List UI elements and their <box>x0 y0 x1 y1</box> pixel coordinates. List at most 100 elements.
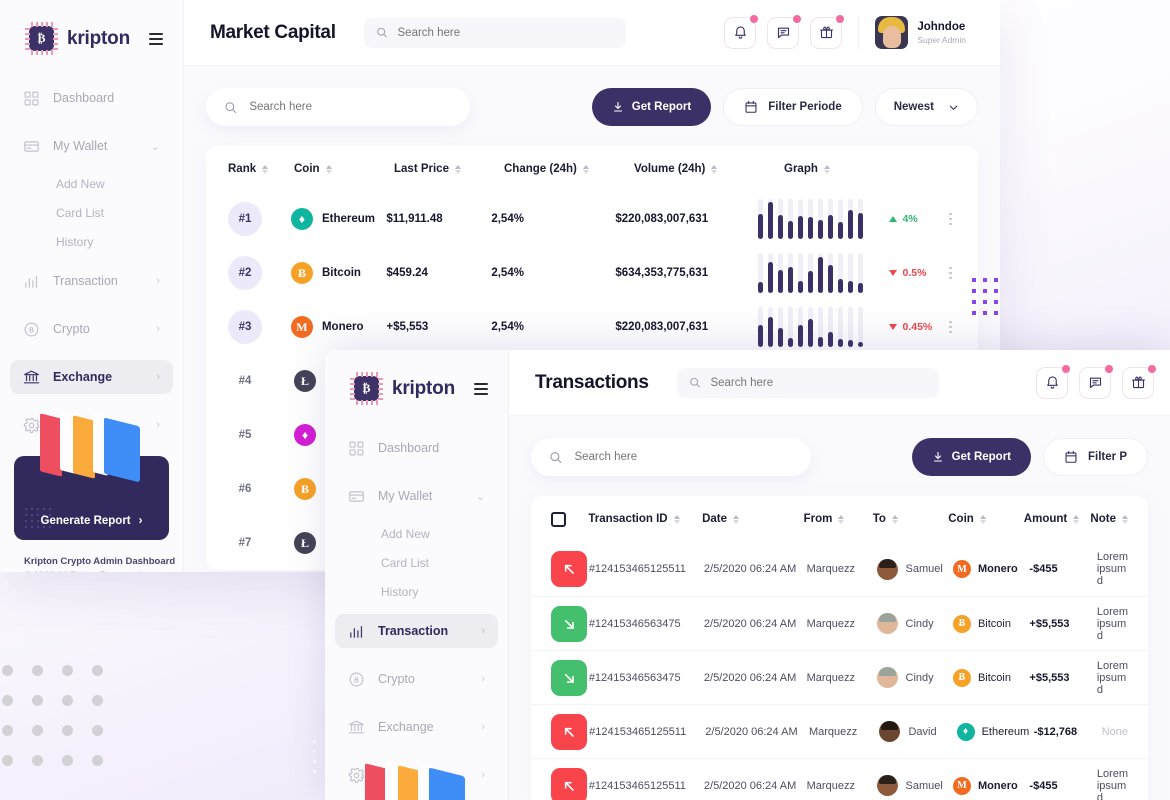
topbar-search-input[interactable] <box>397 26 614 39</box>
transaction-id-cell: #12415346563475 <box>588 671 681 684</box>
sort-indicator-icon[interactable] <box>582 164 589 174</box>
sort-indicator-icon[interactable] <box>325 164 332 174</box>
topbar-search[interactable] <box>363 17 626 48</box>
sidebar-item-my-wallet[interactable]: My Wallet ⌄ <box>335 479 498 513</box>
column-header-coin[interactable]: Coin <box>294 163 394 175</box>
sort-indicator-icon[interactable] <box>891 514 898 524</box>
date-cell: 2/5/2020 06:24 AM <box>703 671 797 684</box>
sidebar-subitem-card-list[interactable]: Card List <box>10 206 173 220</box>
get-report-button[interactable]: Get Report <box>591 88 712 126</box>
sort-indicator-icon[interactable] <box>262 164 269 174</box>
coin-cell: Ƀ Bitcoin <box>952 668 1029 687</box>
rank-badge: #1 <box>228 202 262 236</box>
sidebar-item-exchange[interactable]: Exchange › <box>335 710 498 744</box>
sidebar-item-exchange[interactable]: Exchange › <box>10 360 173 394</box>
notification-dot <box>1105 364 1113 373</box>
brand-logo-2[interactable]: ₿ kripton <box>325 350 508 405</box>
bell-icon-button[interactable] <box>724 14 759 49</box>
column-header-last-price[interactable]: Last Price <box>394 163 504 175</box>
checkbox-icon[interactable] <box>551 511 566 527</box>
gift-icon-button[interactable] <box>810 14 845 49</box>
column-label: Coin <box>948 513 974 525</box>
table-row[interactable]: #12415346563475 2/5/2020 06:24 AM Marquezz… <box>531 596 1148 650</box>
table-row[interactable]: #1 ♦ Ethereum $11,911.48 2,54% $220,083,007,6… <box>206 192 978 246</box>
column-header-date[interactable]: Date <box>702 513 804 525</box>
column-header-amount[interactable]: Amount <box>1024 513 1091 525</box>
sidebar-item-transaction[interactable]: Transaction › <box>10 264 173 298</box>
row-menu-icon[interactable] <box>949 266 956 280</box>
chevron-down-icon <box>949 105 958 110</box>
sparkline-bar <box>858 199 864 239</box>
bell-icon-button-2[interactable] <box>1036 364 1070 399</box>
sort-indicator-icon[interactable] <box>979 514 986 524</box>
column-header-change-24h[interactable]: Change (24h) <box>504 163 634 175</box>
sort-indicator-icon[interactable] <box>823 164 830 174</box>
table-row[interactable]: #3 M Monero +$5,553 2,54% $220,083,007,631 0.4… <box>206 300 978 354</box>
row-menu-icon[interactable] <box>949 320 956 334</box>
chat-icon-button[interactable] <box>767 14 802 49</box>
column-header-to[interactable]: To <box>873 513 949 525</box>
transaction-id-cell: #12415346563475 <box>588 617 681 630</box>
generate-report-card[interactable]: Generate Report › <box>14 410 169 540</box>
table-row[interactable]: #2 Ƀ Bitcoin $459.24 2,54% $634,353,775,631 0.… <box>206 246 978 300</box>
coin-icon: Ł <box>294 370 316 392</box>
rank-badge: #6 <box>238 483 252 495</box>
column-label: Last Price <box>394 163 449 175</box>
sidebar-subitem-add-new[interactable]: Add New <box>335 527 498 541</box>
column-header-coin[interactable]: Coin <box>948 513 1024 525</box>
volume-cell: $634,353,775,631 <box>615 267 709 279</box>
sparkline-bar <box>818 253 824 293</box>
column-header-from[interactable]: From <box>804 513 873 525</box>
sort-indicator-icon[interactable] <box>1073 514 1080 524</box>
chat-icon-button-2[interactable] <box>1079 364 1113 399</box>
gift-icon-button-2[interactable] <box>1122 364 1156 399</box>
sparkline-bar <box>768 199 774 239</box>
content-search-input[interactable] <box>249 101 452 113</box>
sort-indicator-icon[interactable] <box>838 514 845 524</box>
books-illustration-2 <box>365 760 473 800</box>
sidebar-subitem-card-list[interactable]: Card List <box>335 556 498 570</box>
hamburger-menu-icon-2[interactable] <box>474 382 488 395</box>
filter-periode-button[interactable]: Filter Periode <box>723 88 863 126</box>
table-row[interactable]: #12415346563475 2/5/2020 06:24 AM Marquezz… <box>531 650 1148 704</box>
row-menu-icon[interactable] <box>949 212 956 226</box>
get-report-button-2[interactable]: Get Report <box>911 438 1032 476</box>
sidebar-item-dashboard[interactable]: Dashboard <box>335 431 498 465</box>
sidebar-subitem-add-new[interactable]: Add New <box>10 177 173 191</box>
sort-indicator-icon[interactable] <box>733 514 740 524</box>
table-row[interactable]: #124153465125511 2/5/2020 06:24 AM Marquez… <box>531 758 1148 800</box>
select-all-cell[interactable] <box>551 511 588 527</box>
topbar-search-2[interactable] <box>676 367 939 398</box>
sidebar-item-crypto[interactable]: B Crypto › <box>10 312 173 346</box>
table-row[interactable]: #124153465125511 2/5/2020 06:24 AM Marquez… <box>531 542 1148 596</box>
topbar-search-input-2[interactable] <box>710 376 927 389</box>
sort-indicator-icon[interactable] <box>711 164 718 174</box>
sidebar-item-dashboard[interactable]: Dashboard <box>10 81 173 115</box>
content-search-2[interactable] <box>531 438 811 476</box>
content-search-input-2[interactable] <box>574 451 793 463</box>
sidebar-item-crypto[interactable]: B Crypto › <box>335 662 498 696</box>
arrow-up-left-icon <box>564 781 574 791</box>
hamburger-menu-icon[interactable] <box>149 32 163 45</box>
column-header-rank[interactable]: Rank <box>228 163 294 175</box>
user-profile[interactable]: Johndoe Super Admin <box>858 16 984 49</box>
table-row[interactable]: #124153465125511 2/5/2020 06:24 AM Marquez… <box>531 704 1148 758</box>
column-label: To <box>872 513 886 525</box>
sort-indicator-icon[interactable] <box>454 164 461 174</box>
sort-indicator-icon[interactable] <box>1121 514 1128 524</box>
content-search[interactable] <box>206 88 470 126</box>
column-header-transaction-id[interactable]: Transaction ID <box>588 513 702 525</box>
sidebar-subitem-history[interactable]: History <box>10 235 173 249</box>
sidebar-item-transaction[interactable]: Transaction › <box>335 614 498 648</box>
column-header-graph[interactable]: Graph <box>784 163 956 175</box>
arrow-up-left-icon <box>564 564 574 574</box>
sidebar-subitem-history[interactable]: History <box>335 585 498 599</box>
brand-logo[interactable]: ₿ kripton <box>0 0 183 55</box>
sort-select[interactable]: Newest <box>874 88 978 126</box>
column-header-note[interactable]: Note <box>1090 513 1128 525</box>
filter-periode-button-2[interactable]: Filter P <box>1043 438 1148 476</box>
column-header-volume-24h[interactable]: Volume (24h) <box>634 163 784 175</box>
sidebar-item-my-wallet[interactable]: My Wallet ⌄ <box>10 129 173 163</box>
sidebar-item-label: Dashboard <box>378 441 440 455</box>
sort-indicator-icon[interactable] <box>673 514 680 524</box>
